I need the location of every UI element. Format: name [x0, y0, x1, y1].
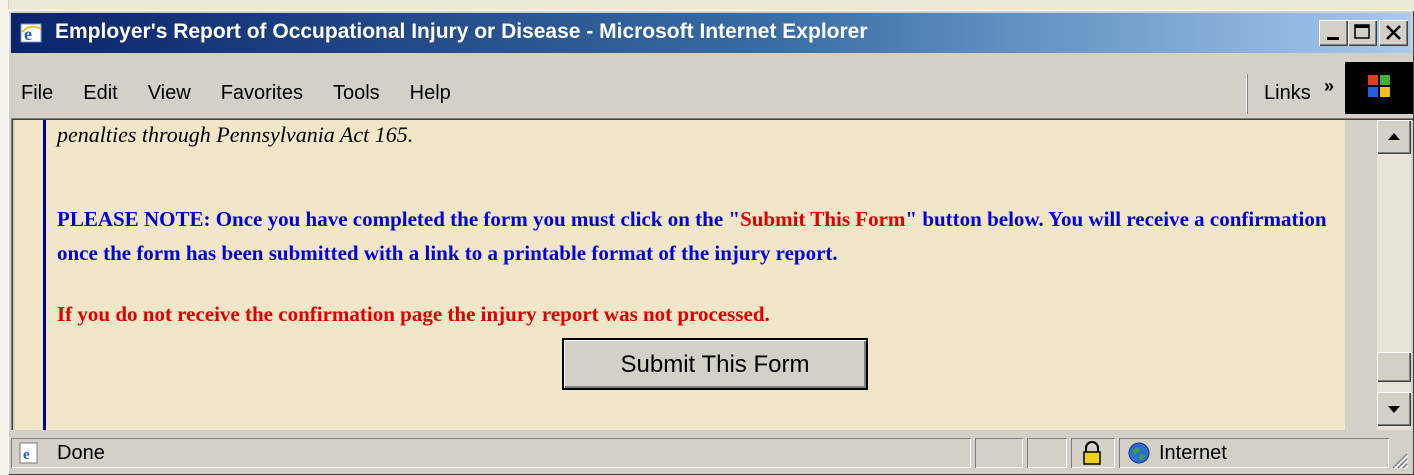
menu-bar: File Edit View Favorites Tools Help Link… [11, 56, 1413, 118]
maximize-button[interactable] [1348, 20, 1377, 46]
status-security-pane [1071, 438, 1115, 468]
status-bar: e Done Internet [11, 432, 1411, 472]
title-bar[interactable]: e Employer's Report of Occupational Inju… [11, 13, 1411, 53]
act-165-text: penalties through Pennsylvania Act 165. [57, 122, 414, 147]
status-pane-2 [975, 438, 1023, 468]
menu-list: File Edit View Favorites Tools Help [21, 82, 481, 105]
chevron-right-icon[interactable]: » [1324, 76, 1334, 97]
content-frame: penalties through Pennsylvania Act 165. … [11, 118, 1413, 430]
maximize-icon [1354, 24, 1370, 39]
browser-window: e Employer's Report of Occupational Inju… [8, 10, 1414, 475]
status-pane-3 [1027, 438, 1067, 468]
warning-text: If you do not receive the confirmation p… [57, 302, 770, 326]
scroll-down-button[interactable] [1377, 392, 1411, 426]
vertical-scrollbar[interactable] [1377, 120, 1411, 430]
close-button[interactable] [1379, 20, 1408, 46]
status-zone-pane: Internet [1119, 438, 1389, 468]
menu-view[interactable]: View [148, 82, 191, 105]
resize-grip-icon[interactable] [1389, 450, 1409, 470]
windows-logo-throbber [1345, 62, 1413, 114]
links-label: Links [1264, 82, 1311, 104]
window-title: Employer's Report of Occupational Injury… [55, 20, 868, 43]
svg-text:e: e [23, 447, 30, 463]
note-highlight: Submit This Form [740, 207, 906, 231]
scroll-thumb[interactable] [1377, 352, 1411, 382]
web-page: penalties through Pennsylvania Act 165. … [15, 120, 1345, 430]
menu-edit[interactable]: Edit [83, 82, 117, 105]
windows-flag-icon [1368, 75, 1390, 97]
minimize-icon [1327, 37, 1339, 40]
lock-icon [1083, 441, 1101, 465]
status-main-pane: e Done [11, 438, 971, 468]
globe-icon [1128, 442, 1150, 464]
minimize-button[interactable] [1319, 20, 1348, 46]
status-text: Done [57, 442, 105, 464]
submit-form-button[interactable]: Submit This Form [562, 338, 868, 390]
links-toolbar[interactable]: Links » [1247, 74, 1340, 114]
menu-help[interactable]: Help [410, 82, 451, 105]
close-icon [1386, 25, 1401, 40]
zone-text: Internet [1159, 442, 1227, 464]
arrow-up-icon [1388, 133, 1400, 140]
page-border-left [43, 120, 46, 430]
ie-page-icon: e [19, 442, 38, 464]
menu-tools[interactable]: Tools [333, 82, 380, 105]
scroll-up-button[interactable] [1377, 120, 1411, 154]
menu-file[interactable]: File [21, 82, 53, 105]
arrow-down-icon [1388, 406, 1400, 413]
please-note-text: PLEASE NOTE: Once you have completed the… [57, 202, 1327, 270]
ie-logo-icon: e [20, 23, 42, 44]
menu-favorites[interactable]: Favorites [221, 82, 303, 105]
note-part1: PLEASE NOTE: Once you have completed the… [57, 207, 741, 231]
